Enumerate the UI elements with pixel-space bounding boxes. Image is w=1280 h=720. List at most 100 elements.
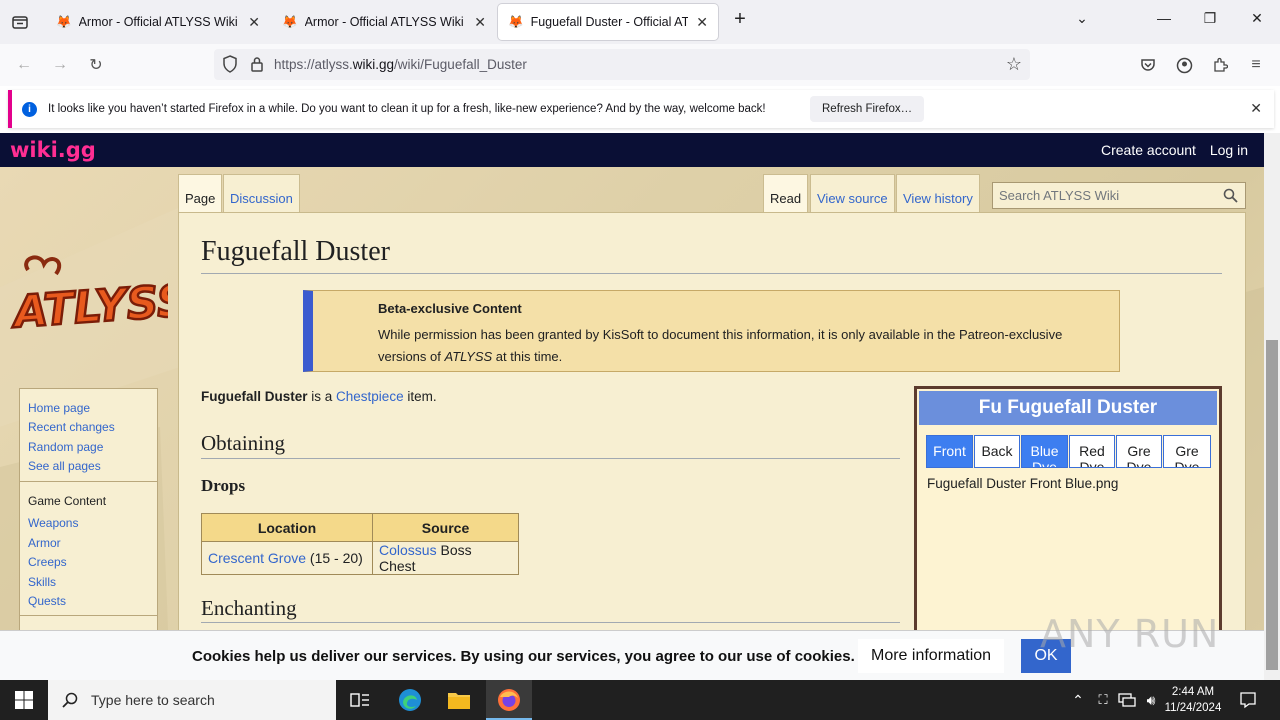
tab-close-icon[interactable]: ✕: [474, 14, 486, 31]
sidebar-item-see-all-pages[interactable]: See all pages: [28, 459, 101, 473]
sidebar-item-random-page[interactable]: Random page: [28, 440, 103, 454]
tab-close-icon[interactable]: ✕: [248, 14, 260, 31]
location-cell: Crescent Grove (15 - 20): [201, 541, 373, 575]
more-information-button[interactable]: More information: [858, 639, 1005, 673]
back-icon[interactable]: ←: [13, 54, 35, 76]
table-row: Crescent Grove (15 - 20) Colossus Boss C…: [201, 541, 519, 575]
article-lead: Fuguefall Duster is a Chestpiece item.: [201, 389, 437, 404]
infobox-title: Fu Fuguefall Duster: [919, 391, 1217, 425]
section-divider: [201, 622, 900, 623]
atlyss-logo[interactable]: ATLYSS: [8, 250, 191, 340]
refresh-firefox-button[interactable]: Refresh Firefox…: [810, 96, 925, 122]
wiki-top-bar: wiki.gg Create account Log in: [0, 133, 1264, 167]
restore-icon[interactable]: ❐: [1198, 10, 1222, 27]
tab-discussion[interactable]: Discussion: [223, 174, 300, 212]
sidebar-item-skills[interactable]: Skills: [28, 575, 56, 589]
tab-read[interactable]: Read: [763, 174, 809, 212]
beta-notice-title: Beta-exclusive Content: [378, 301, 522, 316]
tab-title: Armor - Official ATLYSS Wiki: [304, 15, 464, 29]
search-input[interactable]: Search ATLYSS Wiki: [992, 182, 1246, 209]
wiki-favicon-icon: 🦊: [282, 14, 298, 29]
show-hidden-icons-icon[interactable]: ⌃: [1066, 688, 1090, 712]
lock-icon[interactable]: [250, 56, 264, 76]
new-tab-icon[interactable]: +: [728, 8, 752, 31]
browser-tab-1[interactable]: 🦊 Armor - Official ATLYSS Wiki ✕: [46, 4, 270, 40]
edge-icon[interactable]: [398, 688, 422, 712]
bookmark-star-icon[interactable]: ☆: [1006, 54, 1022, 75]
sidebar-item-armor[interactable]: Armor: [28, 536, 61, 550]
sidebar-navigation: Home page Recent changes Random page See…: [19, 388, 158, 638]
volume-icon[interactable]: 🔊︎: [1139, 688, 1163, 712]
windows-start-icon[interactable]: [12, 688, 36, 712]
infobox-tab-green-dye[interactable]: Gre Dye: [1116, 435, 1162, 468]
notification-message: It looks like you haven’t started Firefo…: [48, 103, 766, 115]
file-explorer-icon[interactable]: [447, 688, 471, 712]
close-window-icon[interactable]: ✕: [1245, 10, 1269, 27]
url-text: https://atlyss.wiki.gg/wiki/Fuguefall_Du…: [274, 57, 527, 72]
heading-obtaining: Obtaining: [201, 431, 285, 455]
network-icon[interactable]: [1115, 688, 1139, 712]
notifications-icon[interactable]: [1236, 688, 1260, 712]
log-in-link[interactable]: Log in: [1210, 142, 1248, 158]
anyrun-watermark: ANY RUN: [1040, 612, 1220, 656]
column-header-location: Location: [201, 513, 373, 542]
search-icon[interactable]: [1223, 188, 1238, 203]
table-header-row: Location Source: [201, 513, 519, 542]
tab-view-source[interactable]: View source: [810, 174, 895, 212]
task-view-icon[interactable]: [348, 688, 372, 712]
system-clock[interactable]: 2:44 AM 11/24/2024: [1163, 684, 1223, 716]
user-links: Create account Log in: [1091, 142, 1248, 158]
shield-icon[interactable]: [222, 55, 238, 76]
list-all-tabs-icon[interactable]: ⌄: [1070, 10, 1094, 27]
taskbar-search-input[interactable]: Type here to search: [48, 680, 336, 720]
source-cell: Colossus Boss Chest: [372, 541, 519, 575]
menu-icon[interactable]: ≡: [1245, 54, 1267, 76]
sidebar-item-weapons[interactable]: Weapons: [28, 516, 78, 530]
infobox-tab-blue-dye[interactable]: Blue Dye: [1021, 435, 1068, 468]
infobox-tab-front[interactable]: Front: [926, 435, 973, 468]
create-account-link[interactable]: Create account: [1101, 142, 1196, 158]
sidebar-section-title: Game Content: [28, 494, 107, 508]
page-title: Fuguefall Duster: [201, 236, 390, 267]
sidebar-item-home-page[interactable]: Home page: [28, 401, 90, 415]
device-icon[interactable]: ⛶: [1091, 688, 1115, 712]
section-divider: [201, 458, 900, 459]
firefox-icon[interactable]: [497, 688, 521, 712]
browser-tab-strip: 🦊 Armor - Official ATLYSS Wiki ✕ 🦊 Armor…: [0, 0, 1280, 44]
sidebar-item-recent-changes[interactable]: Recent changes: [28, 420, 115, 434]
extensions-icon[interactable]: [1209, 54, 1231, 76]
tab-title: Armor - Official ATLYSS Wiki: [78, 15, 238, 29]
browser-tab-2[interactable]: 🦊 Armor - Official ATLYSS Wiki ✕: [272, 4, 496, 40]
reload-icon[interactable]: ↻: [85, 54, 107, 76]
tab-overview-icon[interactable]: [8, 10, 32, 34]
sidebar-item-quests[interactable]: Quests: [28, 594, 66, 608]
address-bar[interactable]: https://atlyss.wiki.gg/wiki/Fuguefall_Du…: [214, 49, 1030, 80]
search-placeholder: Search ATLYSS Wiki: [999, 188, 1120, 203]
colossus-link[interactable]: Colossus: [379, 542, 437, 558]
beta-notice-text: While permission has been granted by Kis…: [378, 327, 1063, 364]
crescent-grove-link[interactable]: Crescent Grove: [208, 550, 306, 566]
notification-close-icon[interactable]: ✕: [1250, 100, 1262, 117]
clock-time: 2:44 AM: [1171, 686, 1215, 698]
forward-icon[interactable]: →: [49, 54, 71, 76]
tab-view-history[interactable]: View history: [896, 174, 980, 212]
firefox-notification-bar: i It looks like you haven’t started Fire…: [8, 90, 1274, 128]
minimize-icon[interactable]: —: [1152, 10, 1176, 26]
page-scrollbar-thumb[interactable]: [1266, 340, 1278, 670]
infobox-tab-grey-dye[interactable]: Gre Dye: [1163, 435, 1211, 468]
infobox-tab-back[interactable]: Back: [974, 435, 1020, 468]
tab-page[interactable]: Page: [178, 174, 223, 212]
windows-taskbar: Type here to search ⌃ ⛶ 🔊︎ 2:44 AM 11/24…: [0, 680, 1280, 720]
infobox-tab-red-dye[interactable]: Red Dye: [1069, 435, 1115, 468]
sidebar-item-creeps[interactable]: Creeps: [28, 555, 67, 569]
pocket-icon[interactable]: [1137, 54, 1159, 76]
wikigg-logo[interactable]: wiki.gg: [10, 138, 96, 162]
infobox-image-filename: Fuguefall Duster Front Blue.png: [927, 476, 1119, 491]
tab-title: Fuguefall Duster - Official ATLYSS Wiki: [530, 15, 689, 29]
account-icon[interactable]: [1173, 54, 1195, 76]
tab-close-icon[interactable]: ✕: [696, 14, 708, 31]
chestpiece-link[interactable]: Chestpiece: [336, 389, 404, 404]
navigation-toolbar: ← → ↻ https://atlyss.wiki.gg/wiki/Fuguef…: [0, 44, 1280, 86]
browser-tab-3[interactable]: 🦊 Fuguefall Duster - Official ATLYSS Wik…: [498, 4, 718, 40]
clock-date: 11/24/2024: [1164, 702, 1222, 714]
